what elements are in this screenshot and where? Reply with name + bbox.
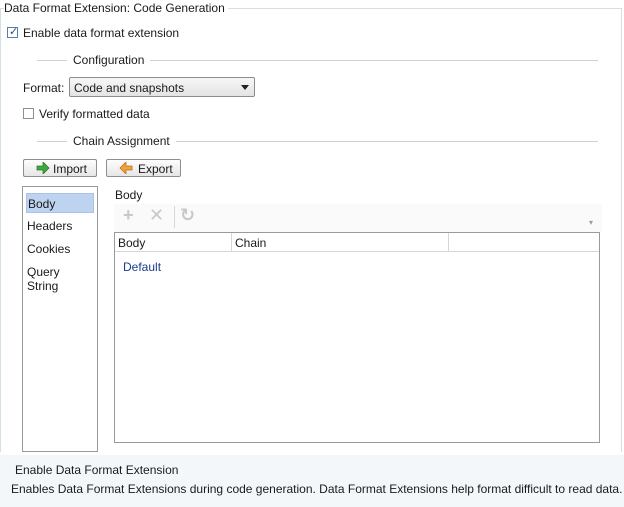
column-header-body[interactable]: Body bbox=[115, 233, 232, 252]
group-title: Data Format Extension: Code Generation bbox=[4, 1, 228, 15]
help-title: Enable Data Format Extension bbox=[15, 463, 179, 477]
column-header-label: Body bbox=[118, 236, 146, 250]
enable-checkbox[interactable]: ✓ bbox=[7, 26, 19, 38]
section-item-query-string[interactable]: Query String bbox=[26, 262, 94, 293]
section-item-label: Body bbox=[28, 197, 56, 211]
checkmark-icon: ✓ bbox=[9, 26, 19, 38]
section-item-headers[interactable]: Headers bbox=[26, 216, 94, 236]
chain-assignment-title: Chain Assignment bbox=[67, 134, 176, 148]
section-list: Body Headers Cookies Query String bbox=[22, 186, 98, 452]
section-item-label: Headers bbox=[27, 219, 73, 233]
table-row[interactable]: Default bbox=[115, 257, 599, 277]
export-button-label: Export bbox=[138, 162, 173, 176]
export-button[interactable]: Export bbox=[106, 159, 181, 177]
format-select[interactable]: Code and snapshots bbox=[69, 77, 255, 97]
table-cell-body: Default bbox=[123, 260, 162, 274]
overflow-chevron-icon[interactable]: ▾ bbox=[589, 218, 593, 227]
enable-checkbox-label[interactable]: Enable data format extension bbox=[23, 26, 179, 40]
format-label: Format: bbox=[23, 81, 65, 95]
import-button-label: Import bbox=[53, 162, 88, 176]
section-item-cookies[interactable]: Cookies bbox=[26, 239, 94, 259]
column-header-chain[interactable]: Chain bbox=[232, 233, 449, 252]
configuration-title: Configuration bbox=[67, 53, 151, 67]
verify-checkbox[interactable] bbox=[23, 108, 34, 119]
add-icon[interactable]: + bbox=[123, 205, 134, 226]
verify-checkbox-label[interactable]: Verify formatted data bbox=[39, 107, 150, 121]
column-header-empty[interactable] bbox=[449, 233, 599, 252]
format-select-value: Code and snapshots bbox=[74, 81, 185, 95]
help-description: Enables Data Format Extensions during co… bbox=[11, 482, 623, 496]
panel-title: Body bbox=[115, 188, 143, 202]
section-item-label: Query String bbox=[27, 265, 60, 293]
toolbar-separator bbox=[174, 206, 175, 228]
section-item-label: Cookies bbox=[27, 242, 71, 256]
delete-icon[interactable]: ✕ bbox=[149, 205, 164, 226]
column-header-label: Chain bbox=[235, 236, 267, 250]
section-item-body[interactable]: Body bbox=[26, 193, 94, 213]
export-arrow-icon bbox=[119, 162, 133, 174]
chain-grid: Body Chain Default bbox=[114, 232, 600, 443]
import-arrow-icon bbox=[36, 162, 50, 174]
import-button[interactable]: Import bbox=[23, 159, 97, 177]
chevron-down-icon bbox=[241, 85, 249, 90]
refresh-icon[interactable]: ↻ bbox=[180, 205, 195, 226]
